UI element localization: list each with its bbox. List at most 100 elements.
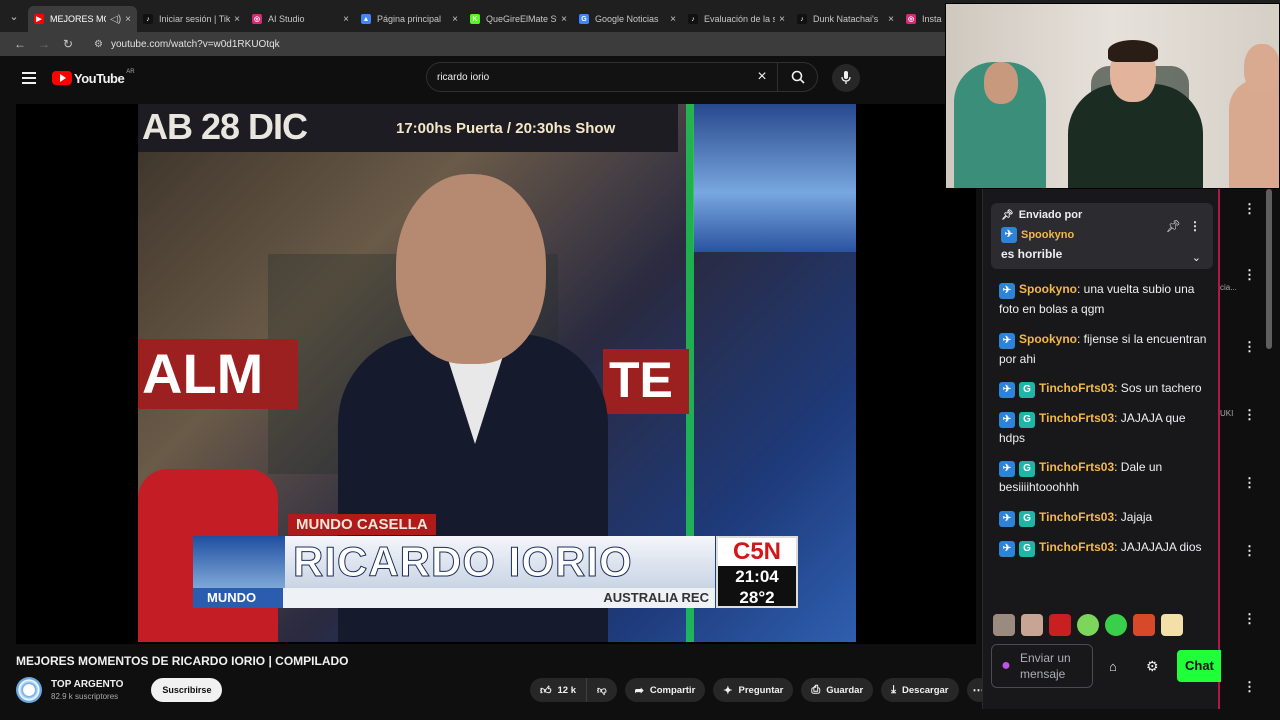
- subscriber-badge-icon: G: [1019, 510, 1035, 527]
- tab-search-chevron-icon[interactable]: ⌄: [0, 0, 28, 32]
- chat-username[interactable]: TinchoFrts03: [1039, 540, 1114, 554]
- close-tab-icon[interactable]: ×: [888, 14, 894, 25]
- video-background-screen: [693, 104, 856, 252]
- close-tab-icon[interactable]: ×: [561, 14, 567, 25]
- browser-tab[interactable]: ♪ Evaluación de la s ×: [682, 6, 791, 32]
- user-badge-icon: ✈: [999, 332, 1015, 349]
- emote-icon[interactable]: [993, 614, 1015, 636]
- network-logo: C5N: [718, 538, 796, 566]
- tab-favicon-icon: G: [579, 14, 589, 24]
- close-tab-icon[interactable]: ×: [670, 14, 676, 25]
- more-options-icon[interactable]: ⋮: [1243, 543, 1256, 559]
- ask-button[interactable]: ✦ Preguntar: [713, 678, 794, 702]
- like-count: 12 k: [557, 684, 577, 696]
- forward-icon[interactable]: →: [32, 37, 56, 51]
- chat-username[interactable]: TinchoFrts03: [1039, 381, 1114, 395]
- browser-tab[interactable]: ♪ Dunk Natachai's ×: [791, 6, 900, 32]
- emote-icon[interactable]: [1133, 614, 1155, 636]
- reload-icon[interactable]: ↻: [56, 37, 80, 51]
- browser-tab[interactable]: K QueGireElMate St ×: [464, 6, 573, 32]
- unpin-icon[interactable]: 📌︎: [1166, 219, 1181, 233]
- thumbs-down-icon: 👎︎: [597, 685, 607, 696]
- close-tab-icon[interactable]: ×: [125, 14, 131, 25]
- user-badge-icon: ✈: [999, 461, 1015, 478]
- close-tab-icon[interactable]: ×: [234, 14, 240, 25]
- chat-send-button[interactable]: Chat: [1177, 650, 1221, 682]
- emote-icon[interactable]: [1077, 614, 1099, 636]
- mic-icon[interactable]: ●: [992, 657, 1020, 675]
- more-options-icon[interactable]: ⋮: [1243, 201, 1256, 217]
- like-button[interactable]: 👍︎ 12 k: [530, 678, 587, 702]
- channel-avatar[interactable]: [16, 677, 42, 703]
- share-button[interactable]: ➦ Compartir: [624, 678, 706, 702]
- browser-tab[interactable]: ♪ Iniciar sesión | Tik ×: [137, 6, 246, 32]
- chat-message: ✈ Spookyno: una vuelta subio una foto en …: [999, 279, 1211, 319]
- chat-message: ✈ Spookyno: fijense si la encuentran por …: [999, 329, 1211, 369]
- back-icon[interactable]: ←: [8, 37, 32, 51]
- search-box[interactable]: ricardo iorio ×: [426, 62, 818, 92]
- subscriber-badge-icon: G: [1019, 540, 1035, 557]
- chat-messages: ✈ Spookyno: una vuelta subio una foto en …: [999, 279, 1211, 566]
- broadcast-temperature: 28°2: [739, 588, 775, 607]
- menu-icon[interactable]: [22, 69, 36, 87]
- user-badge-icon: ✈: [999, 283, 1015, 299]
- emote-icon[interactable]: [1161, 614, 1183, 636]
- search-input[interactable]: ricardo iorio: [427, 72, 747, 83]
- mute-tab-icon[interactable]: ◁): [110, 14, 121, 25]
- page-scrollbar[interactable]: [1266, 189, 1272, 349]
- chat-input[interactable]: ● Enviar un mensaje: [991, 644, 1093, 688]
- video-title: MEJORES MOMENTOS DE RICARDO IORIO | COMP…: [16, 654, 349, 668]
- more-options-icon[interactable]: ⋮: [1243, 679, 1256, 695]
- subscriber-badge-icon: G: [1019, 411, 1035, 428]
- chat-username[interactable]: TinchoFrts03: [1039, 460, 1114, 474]
- browser-tab[interactable]: ▲ Página principal ×: [355, 6, 464, 32]
- lower-third-name-bar: RICARDO IORIO: [193, 536, 715, 588]
- pinned-options-icon[interactable]: ⋮: [1189, 219, 1201, 233]
- site-info-icon[interactable]: ⚙: [94, 39, 103, 50]
- emote-icon[interactable]: [1105, 614, 1127, 636]
- chat-username[interactable]: TinchoFrts03: [1039, 510, 1114, 524]
- video-frame[interactable]: AB 28 DIC 17:00hs Puerta / 20:30hs Show …: [138, 104, 856, 642]
- pinned-user[interactable]: Spookyno: [1021, 229, 1074, 241]
- more-options-icon[interactable]: ⋮: [1243, 339, 1256, 355]
- network-bug: C5N 21:04 28°2: [716, 536, 798, 608]
- chat-username[interactable]: Spookyno: [1019, 332, 1077, 346]
- chat-username[interactable]: TinchoFrts03: [1039, 411, 1114, 425]
- emote-icon[interactable]: [1021, 614, 1043, 636]
- url-field[interactable]: ⚙ youtube.com/watch?v=w0d1RKUOtqk: [94, 39, 280, 50]
- channel-name[interactable]: TOP ARGENTO: [51, 679, 123, 690]
- browser-tab[interactable]: ▶ MEJORES MO ◁) ×: [28, 6, 137, 32]
- voice-search-button[interactable]: [832, 64, 860, 92]
- download-button[interactable]: ⤓ Descargar: [881, 678, 959, 702]
- close-tab-icon[interactable]: ×: [343, 14, 349, 25]
- close-tab-icon[interactable]: ×: [779, 14, 785, 25]
- tab-title: Google Noticias: [595, 14, 659, 24]
- clear-search-icon[interactable]: ×: [747, 68, 777, 86]
- browser-tab[interactable]: G Google Noticias ×: [573, 6, 682, 32]
- gear-icon[interactable]: ⚙: [1146, 658, 1159, 675]
- chat-username[interactable]: Spookyno: [1019, 282, 1077, 296]
- browser-tab[interactable]: ◎ AI Studio ×: [246, 6, 355, 32]
- pinned-message[interactable]: 📌︎ Enviado por ✈ Spookyno es horrible 📌︎ ⋮…: [991, 203, 1213, 269]
- video-player[interactable]: AB 28 DIC 17:00hs Puerta / 20:30hs Show …: [16, 104, 976, 644]
- more-options-icon[interactable]: ⋮: [1243, 267, 1256, 283]
- save-button[interactable]: ⎙ Guardar: [801, 678, 874, 702]
- tab-title: MEJORES MO: [50, 14, 107, 24]
- more-options-icon[interactable]: ⋮: [1243, 611, 1256, 627]
- more-options-icon[interactable]: ⋮: [1243, 475, 1256, 491]
- youtube-logo[interactable]: YouTube AR: [52, 68, 135, 86]
- chat-text: : Jajaja: [1114, 509, 1153, 524]
- region-code: AR: [126, 68, 135, 75]
- dislike-button[interactable]: 👎︎: [587, 684, 617, 696]
- chat-text: : JAJAJAJA dios: [1114, 539, 1202, 554]
- chevron-down-icon[interactable]: ⌄: [1192, 251, 1201, 264]
- close-tab-icon[interactable]: ×: [452, 14, 458, 25]
- search-button[interactable]: [777, 63, 817, 91]
- more-options-icon[interactable]: ⋮: [1243, 407, 1256, 423]
- emote-icon[interactable]: [1049, 614, 1071, 636]
- webcam-overlay: [945, 3, 1280, 189]
- subscriber-badge-icon: G: [1019, 461, 1035, 478]
- subscribe-button[interactable]: Suscribirse: [151, 678, 223, 702]
- store-icon[interactable]: ⌂: [1109, 659, 1117, 674]
- poster-text-left: ALM: [138, 339, 298, 409]
